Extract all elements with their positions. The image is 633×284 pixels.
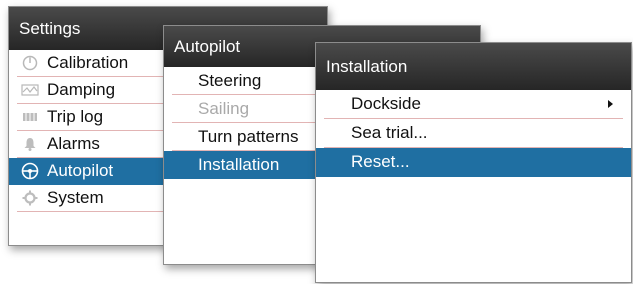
menu-item-label: Autopilot <box>47 161 114 180</box>
damping-icon <box>21 81 39 99</box>
gear-icon <box>21 189 39 207</box>
menu-item-label: System <box>47 188 104 207</box>
menu-item-label: Damping <box>47 80 116 99</box>
installation-menu-panel: Installation Dockside Sea trial... Reset… <box>315 42 632 283</box>
installation-menu-list: Dockside Sea trial... Reset... <box>316 90 631 177</box>
installation-menu-title: Installation <box>316 43 631 90</box>
trip-log-icon <box>21 108 39 126</box>
menu-item-dockside[interactable]: Dockside <box>324 90 623 119</box>
menu-item-label: Alarms <box>47 134 100 153</box>
menu-item-reset[interactable]: Reset... <box>316 148 631 177</box>
submenu-arrow-icon <box>608 100 613 108</box>
menu-item-label: Calibration <box>47 53 129 72</box>
menu-item-sea-trial[interactable]: Sea trial... <box>324 119 623 148</box>
alarm-bell-icon <box>21 135 39 153</box>
menu-item-label: Trip log <box>47 107 104 126</box>
menu-item-label: Dockside <box>351 94 421 113</box>
calibration-icon <box>21 54 39 72</box>
steering-wheel-icon <box>21 162 39 180</box>
